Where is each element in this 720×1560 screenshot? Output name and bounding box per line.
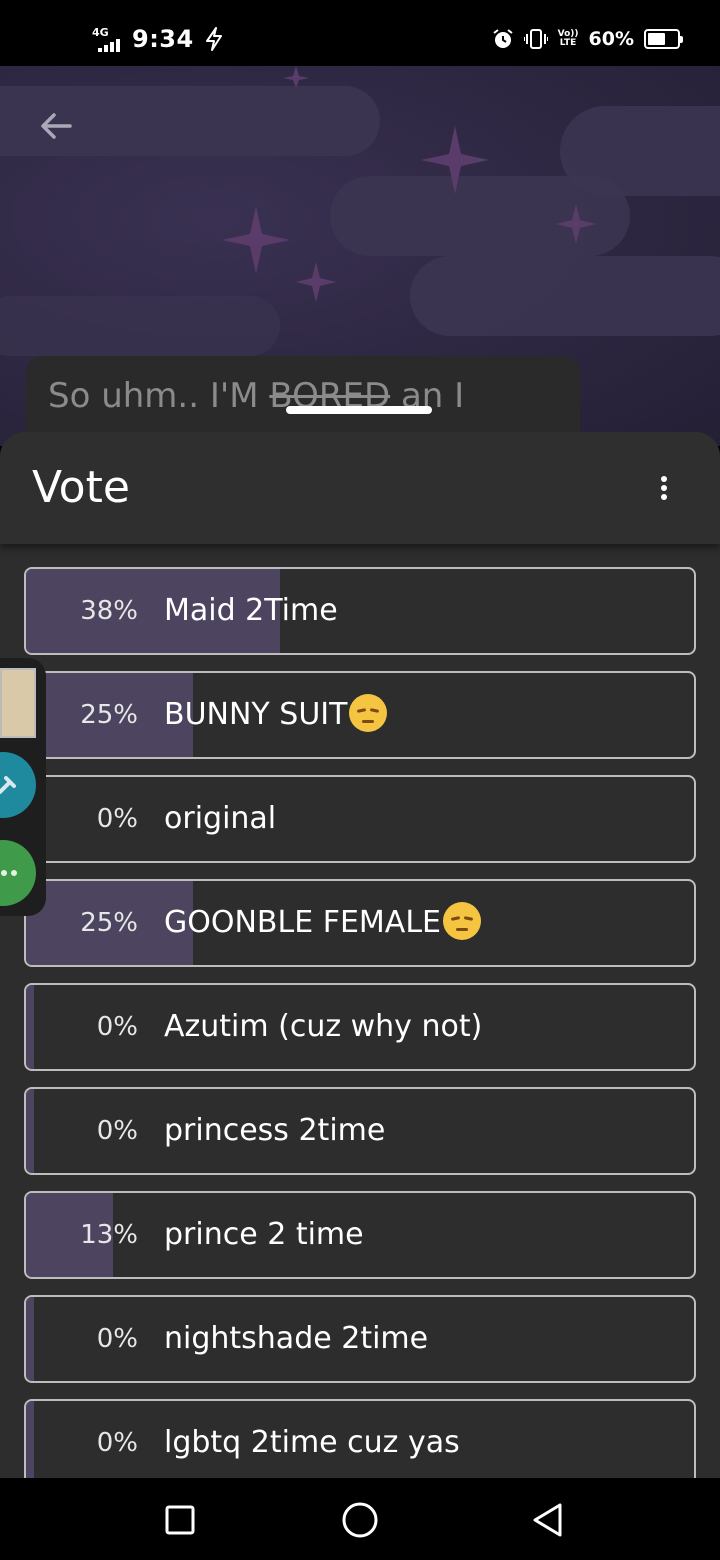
home-button[interactable]: [338, 1498, 382, 1542]
battery-fill: [648, 33, 665, 45]
poll-option-percent: 0%: [96, 1116, 138, 1146]
poll-option-text: GOONBLE FEMALE: [164, 905, 441, 940]
circle-icon: [342, 1502, 378, 1538]
poll-option-label: princess 2time: [164, 1089, 385, 1173]
sheet-drag-handle[interactable]: [286, 406, 432, 414]
poll-option-text: original: [164, 801, 277, 836]
recents-button[interactable]: [158, 1498, 202, 1542]
poll-option-label: Maid 2Time: [164, 569, 338, 653]
charging-bolt-icon: [205, 27, 222, 51]
pensive-face-icon: [349, 693, 388, 732]
status-right: Vo)) LTE 60%: [492, 22, 683, 56]
poll-option-percent: 0%: [96, 1428, 138, 1458]
battery-percent: 60%: [588, 28, 634, 50]
triangle-back-icon: [533, 1503, 562, 1537]
sheet-header: Vote: [0, 432, 720, 544]
alarm-icon: [493, 29, 513, 48]
vibrate-icon: [523, 29, 548, 49]
poll-option-text: prince 2 time: [164, 1217, 364, 1252]
system-back-button[interactable]: [526, 1498, 570, 1542]
vote-sheet: Vote 38% Maid 2Time 25% BUNNY SUIT 0% origina…: [0, 432, 720, 1478]
more-vertical-icon: [661, 476, 667, 482]
arrow-left-icon: [41, 113, 72, 139]
poll-option-label: prince 2 time: [164, 1193, 364, 1277]
post-title-prefix: So uhm.. I'M: [48, 376, 270, 416]
poll-option[interactable]: 0% nightshade 2time: [24, 1295, 696, 1383]
post-header-background: So uhm.. I'M BORED an I: [0, 66, 720, 446]
poll-option-label: original: [164, 777, 276, 861]
poll-option[interactable]: 13% prince 2 time: [24, 1191, 696, 1279]
sheet-title: Vote: [32, 462, 130, 513]
poll-option-percent: 38%: [80, 596, 138, 626]
poll-option-text: nightshade 2time: [164, 1321, 429, 1356]
volte-icon: Vo)) LTE: [558, 30, 579, 48]
poll-option-text: princess 2time: [164, 1113, 386, 1148]
square-icon: [165, 1505, 195, 1535]
poll-option[interactable]: 0% princess 2time: [24, 1087, 696, 1175]
floating-pin-button[interactable]: [0, 752, 36, 818]
poll-option[interactable]: 0% Azutim (cuz why not): [24, 983, 696, 1071]
floating-more-button[interactable]: [0, 840, 36, 906]
poll-option-percent: 0%: [96, 1324, 138, 1354]
more-horizontal-icon: [1, 870, 17, 876]
status-left: 4G 9:34: [92, 22, 224, 56]
poll-option-label: Azutim (cuz why not): [164, 985, 482, 1069]
floating-thumbnail[interactable]: [0, 668, 36, 738]
poll-option-percent: 0%: [96, 1012, 138, 1042]
poll-option-text: BUNNY SUIT: [164, 697, 348, 732]
back-button[interactable]: [32, 102, 80, 150]
poll-option-label: GOONBLE FEMALE: [164, 881, 481, 965]
poll-option[interactable]: 25% BUNNY SUIT: [24, 671, 696, 759]
status-bar: 4G 9:34 Vo)) LTE 60%: [0, 0, 720, 66]
battery-icon: [644, 29, 683, 49]
poll-option-label: lgbtq 2time cuz yas: [164, 1401, 460, 1478]
poll-option-label: nightshade 2time: [164, 1297, 428, 1381]
more-options-button[interactable]: [652, 470, 676, 506]
poll-option[interactable]: 0% lgbtq 2time cuz yas: [24, 1399, 696, 1478]
poll-option-text: Azutim (cuz why not): [164, 1009, 483, 1044]
signal-icon: 4G: [92, 26, 122, 52]
poll-option-label: BUNNY SUIT: [164, 673, 388, 757]
navigation-bar: [0, 1478, 720, 1560]
poll-option[interactable]: 25% GOONBLE FEMALE: [24, 879, 696, 967]
pin-icon: [0, 776, 16, 794]
poll-option-percent: 13%: [80, 1220, 138, 1250]
clock: 9:34: [132, 25, 194, 53]
poll-options: 38% Maid 2Time 25% BUNNY SUIT 0% original 25% G…: [24, 567, 696, 1478]
volte-bottom: LTE: [559, 38, 577, 48]
poll-option-text: Maid 2Time: [164, 593, 338, 628]
poll-option-text: lgbtq 2time cuz yas: [164, 1425, 460, 1460]
pensive-face-icon: [443, 901, 481, 940]
poll-option[interactable]: 0% original: [24, 775, 696, 863]
network-type: 4G: [92, 26, 109, 39]
poll-option[interactable]: 38% Maid 2Time: [24, 567, 696, 655]
